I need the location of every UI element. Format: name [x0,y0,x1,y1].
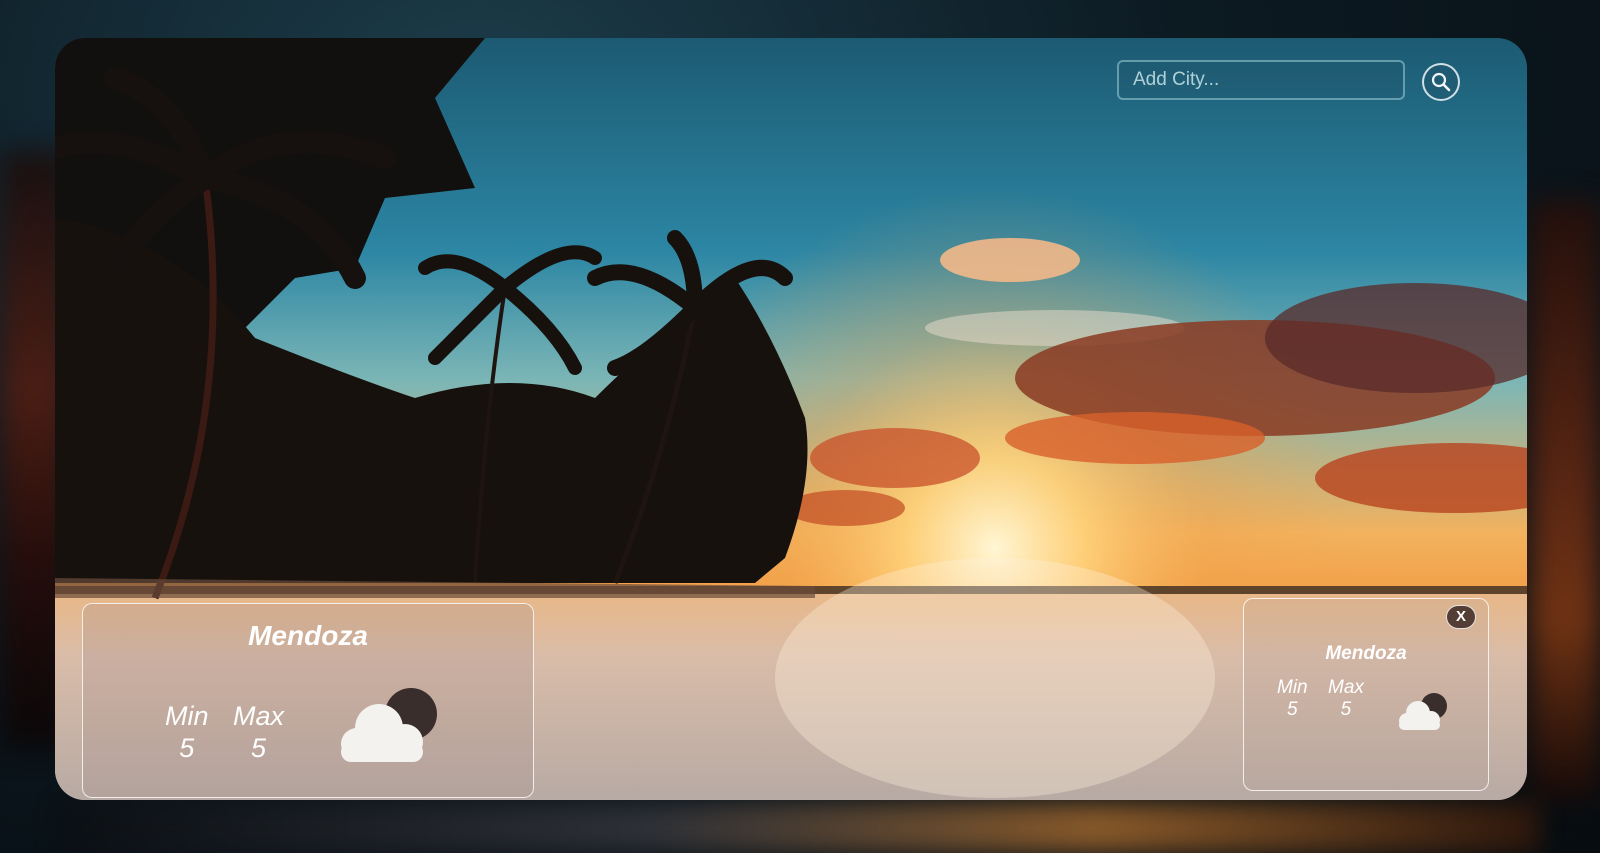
max-label: Max [233,701,285,731]
min-value: 5 [179,733,195,763]
cloud-night-icon [341,688,437,762]
max-value: 5 [1340,699,1352,720]
background-blur-right [1530,200,1600,800]
min-temp-block: Min 5 [165,700,209,764]
search-icon [1431,72,1451,92]
search-button[interactable] [1422,63,1460,101]
max-label: Max [1328,677,1364,698]
min-temp-block: Min 5 [1277,677,1308,721]
close-card-button[interactable]: X [1446,605,1476,629]
min-label: Min [165,701,209,731]
min-label: Min [1277,677,1308,698]
background-blur-bottom [60,803,1540,853]
max-temp-block: Max 5 [1328,677,1364,721]
weather-card-saved[interactable]: X Mendoza Min 5 Max 5 [1243,598,1489,791]
card-city-name: Mendoza [248,620,368,651]
min-value: 5 [1287,699,1298,720]
add-city-input[interactable] [1117,60,1405,100]
cloud-night-icon [1399,693,1447,730]
max-temp-block: Max 5 [233,700,284,764]
weather-card-main[interactable]: Mendoza Min 5 Max 5 [82,603,534,798]
weather-app-window: Mendoza Min 5 Max 5 X Mendoza Min 5 Max [55,38,1527,800]
card-city-name: Mendoza [1325,643,1407,664]
max-value: 5 [250,733,267,763]
